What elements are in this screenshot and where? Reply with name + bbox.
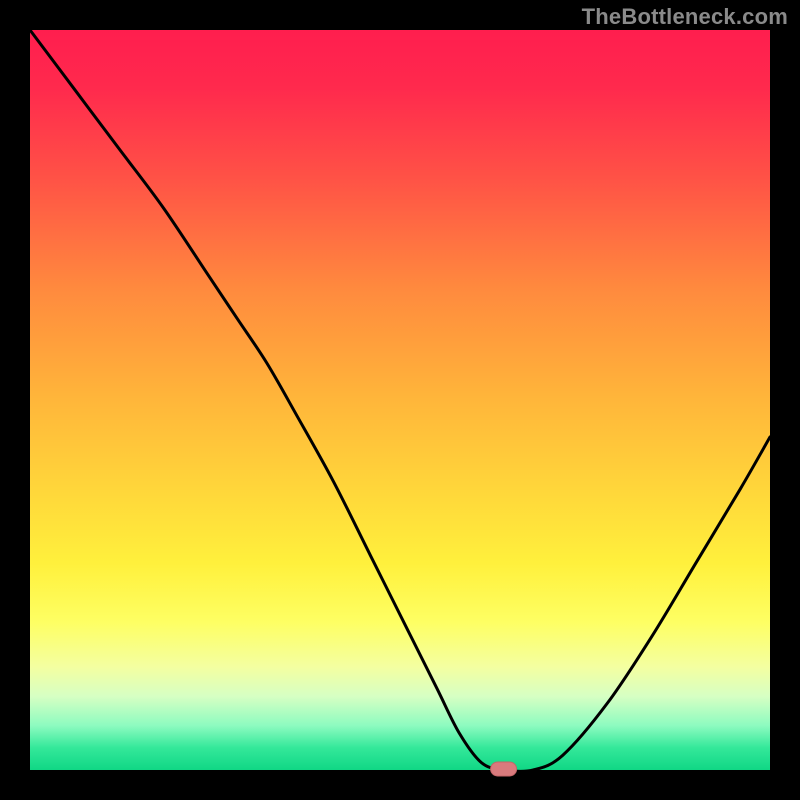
plot-background xyxy=(30,30,770,770)
watermark-text: TheBottleneck.com xyxy=(582,4,788,30)
chart-container: TheBottleneck.com xyxy=(0,0,800,800)
bottleneck-chart xyxy=(0,0,800,800)
optimal-point-marker xyxy=(491,762,517,776)
